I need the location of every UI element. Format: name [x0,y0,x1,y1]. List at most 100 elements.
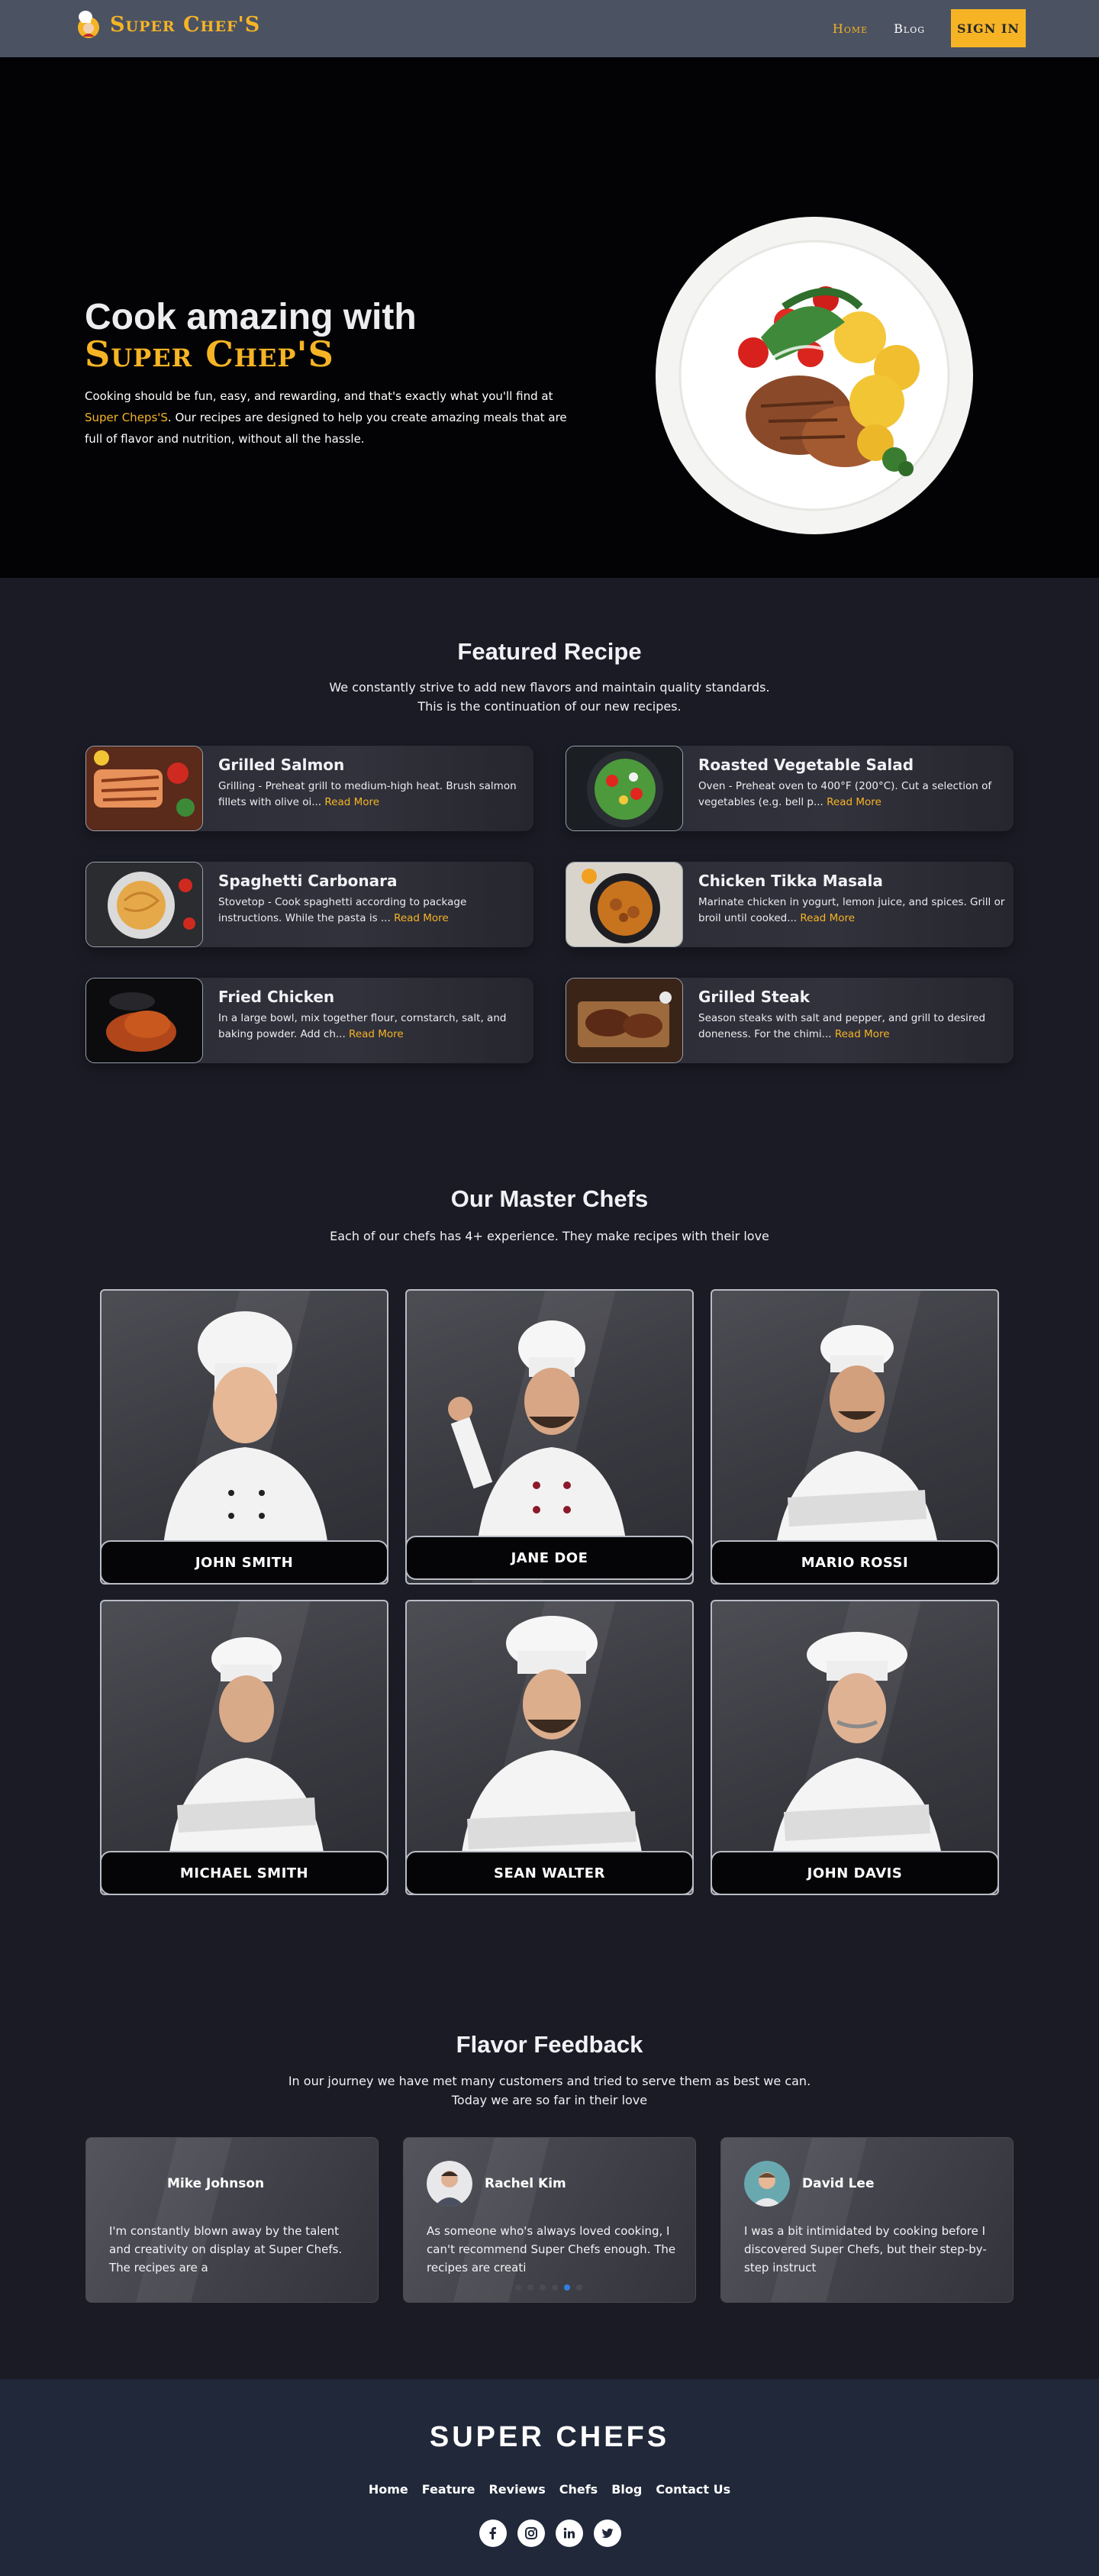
chef-photo [460,1616,643,1865]
review-card: Rachel Kim As someone who's always loved… [403,2137,696,2303]
nav-link-home[interactable]: Home [833,21,868,36]
read-more-link[interactable]: Read More [324,796,379,808]
brand-logo[interactable]: Super Chef'S [75,9,260,40]
hero-text-highlight: Super Cheps'S [85,411,168,424]
chef-card[interactable]: MICHAEL SMITH [100,1600,388,1895]
recipe-image [85,746,203,831]
feedback-title: Flavor Feedback [456,2031,643,2058]
footer-link-feature[interactable]: Feature [422,2482,475,2497]
reviewer-name: David Lee [802,2176,875,2191]
twitter-icon[interactable] [594,2520,621,2547]
hero-brand: Super Chep'S [85,334,334,375]
chef-card[interactable]: JOHN DAVIS [711,1600,999,1895]
nav-link-blog[interactable]: Blog [894,21,925,36]
carousel-dot[interactable] [564,2284,570,2291]
read-more-link[interactable]: Read More [827,796,881,808]
chef-name: JOHN DAVIS [712,1851,997,1894]
recipe-card[interactable]: Fried Chicken In a large bowl, mix toget… [85,978,533,1063]
recipe-description: Stovetop - Cook spaghetti according to p… [218,895,527,927]
carousel-dot[interactable] [540,2284,546,2291]
chef-logo-icon [75,9,102,40]
hero-text-part: Cooking should be fun, easy, and rewardi… [85,389,553,403]
chef-card[interactable]: SEAN WALTER [405,1600,694,1895]
recipe-card[interactable]: Roasted Vegetable Salad Oven - Preheat o… [566,746,1014,831]
recipe-card[interactable]: Grilled Salmon Grilling - Preheat grill … [85,746,533,831]
linkedin-icon[interactable] [556,2520,583,2547]
recipe-name: Chicken Tikka Masala [698,872,883,890]
hero-title: Cook amazing with [85,297,417,337]
featured-title: Featured Recipe [457,638,642,665]
chef-photo [773,1325,941,1565]
recipe-description: In a large bowl, mix together flour, cor… [218,1011,527,1043]
chef-grid: JOHN SMITH JANE DOE MARIO ROSSI MICHAEL … [100,1289,999,1895]
chef-photo [769,1632,945,1876]
hero-section: Cook amazing with Super Chep'S Cooking s… [0,57,1099,578]
read-more-link[interactable]: Read More [800,912,855,924]
footer-link-contact[interactable]: Contact Us [656,2482,730,2497]
review-card: Mike Johnson I'm constantly blown away b… [85,2137,379,2303]
chef-card[interactable]: MARIO ROSSI [711,1289,999,1585]
review-text: I'm constantly blown away by the talent … [109,2224,343,2275]
recipe-description: Oven - Preheat oven to 400°F (200°C). Cu… [698,779,1007,811]
chef-name: MARIO ROSSI [712,1540,997,1583]
read-more-link[interactable]: Read More [349,1028,404,1040]
feedback-subtitle-line: In our journey we have met many customer… [288,2074,811,2088]
brand-name: Super Chef'S [110,12,261,37]
featured-subtitle: We constantly strive to add new flavors … [329,680,770,714]
review-text: I was a bit intimidated by cooking befor… [744,2224,987,2275]
top-navbar: Super Chef'S Home Blog SIGN IN [0,0,1099,57]
recipe-name: Grilled Steak [698,988,811,1006]
hero-description: Cooking should be fun, easy, and rewardi… [85,385,573,450]
chef-name: MICHAEL SMITH [102,1851,387,1894]
nav-links: Home Blog SIGN IN [833,9,1026,47]
chef-photo [448,1320,628,1562]
recipe-image [566,746,683,831]
recipe-name: Spaghetti Carbonara [218,872,398,890]
chef-card[interactable]: JOHN SMITH [100,1289,388,1585]
review-carousel: Mike Johnson I'm constantly blown away b… [85,2137,1014,2303]
carousel-dots [515,2284,582,2291]
footer-link-blog[interactable]: Blog [611,2482,642,2497]
recipe-name: Grilled Salmon [218,756,345,774]
read-more-link[interactable]: Read More [394,912,449,924]
review-card: David Lee I was a bit intimidated by coo… [720,2137,1014,2303]
avatar [744,2161,790,2207]
review-header: Mike Johnson [109,2161,264,2207]
chef-photo [166,1637,327,1880]
footer-link-reviews[interactable]: Reviews [488,2482,545,2497]
footer-link-home[interactable]: Home [369,2482,408,2497]
review-header: David Lee [744,2161,874,2207]
hero-plate-image [654,215,975,536]
facebook-icon[interactable] [479,2520,507,2547]
recipe-card[interactable]: Grilled Steak Season steaks with salt an… [566,978,1014,1063]
chef-card[interactable]: JANE DOE [405,1289,694,1585]
recipe-name: Fried Chicken [218,988,335,1006]
instagram-icon[interactable] [517,2520,545,2547]
avatar [109,2161,155,2207]
review-header: Rachel Kim [427,2161,566,2207]
sign-in-button[interactable]: SIGN IN [951,9,1026,47]
carousel-dot[interactable] [515,2284,521,2291]
read-more-link[interactable]: Read More [835,1028,890,1040]
recipe-card[interactable]: Spaghetti Carbonara Stovetop - Cook spag… [85,862,533,947]
footer-links: Home Feature Reviews Chefs Blog Contact … [0,2482,1099,2497]
carousel-dot[interactable] [552,2284,558,2291]
recipe-description: Season steaks with salt and pepper, and … [698,1011,1007,1043]
recipe-grid: Grilled Salmon Grilling - Preheat grill … [85,746,1014,1063]
carousel-dot[interactable] [576,2284,582,2291]
chef-photo [163,1311,329,1554]
recipe-image [566,978,683,1063]
recipe-card[interactable]: Chicken Tikka Masala Marinate chicken in… [566,862,1014,947]
recipe-image [85,862,203,947]
chefs-subtitle: Each of our chefs has 4+ experience. The… [330,1229,769,1243]
chef-name: JOHN SMITH [102,1540,387,1583]
chef-name: SEAN WALTER [407,1851,692,1894]
recipe-image [85,978,203,1063]
footer: SUPER CHEFS Home Feature Reviews Chefs B… [0,2379,1099,2576]
chefs-title: Our Master Chefs [450,1185,649,1212]
carousel-dot[interactable] [527,2284,533,2291]
review-text: As someone who's always loved cooking, I… [427,2224,676,2275]
reviewer-name: Rachel Kim [485,2176,566,2191]
footer-link-chefs[interactable]: Chefs [559,2482,598,2497]
recipe-description: Marinate chicken in yogurt, lemon juice,… [698,895,1007,927]
